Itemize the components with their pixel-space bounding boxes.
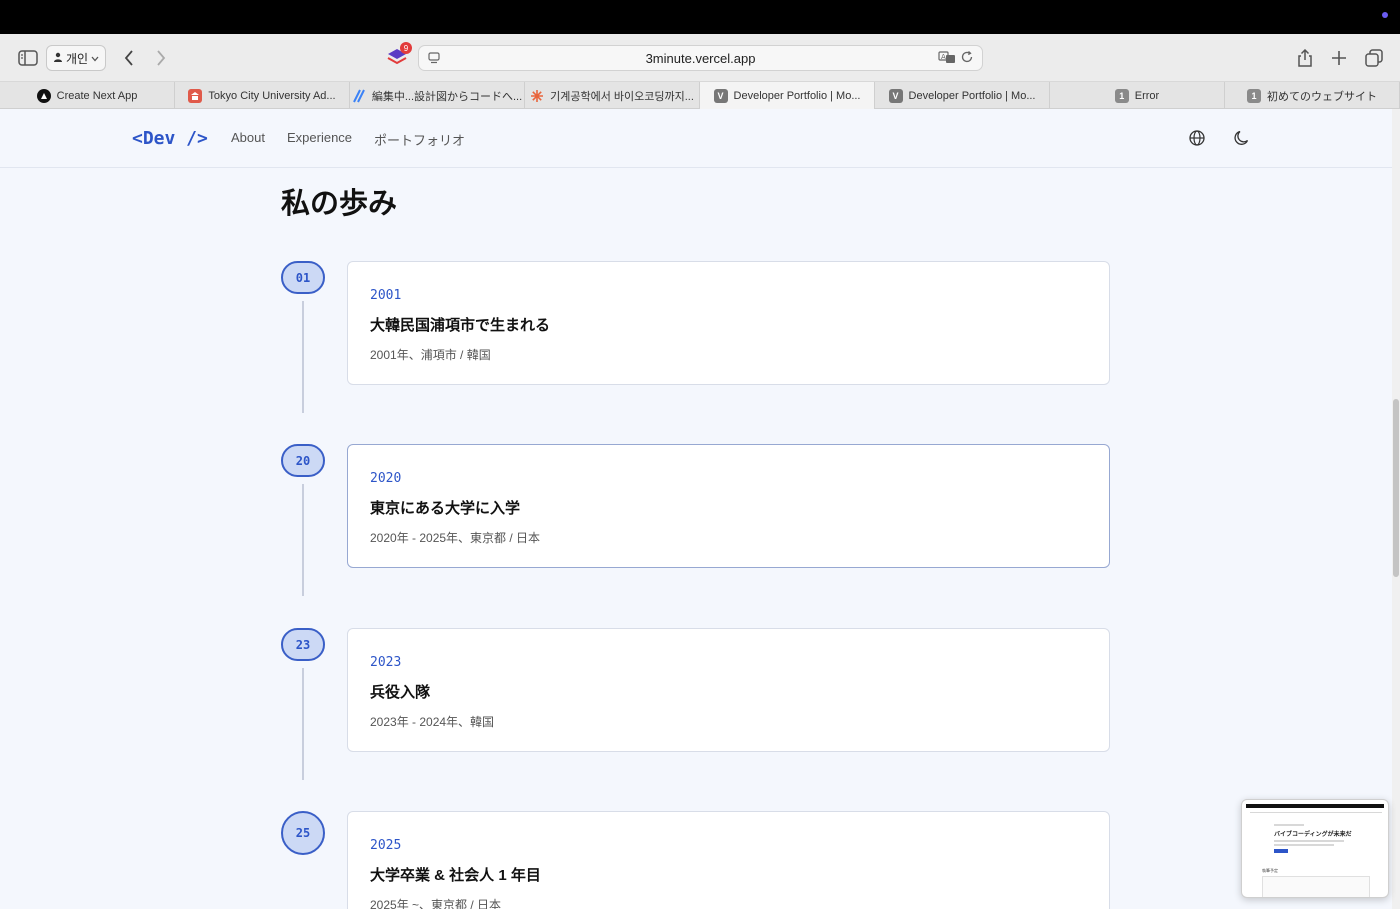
timeline-title: 大韓民国浦項市で生まれる xyxy=(370,317,551,334)
preview-title: バイブコーディングが未来だ xyxy=(1274,832,1352,838)
site-navbar: <Dev /> About Experience ポートフォリオ xyxy=(0,109,1392,168)
tab-label: Tokyo City University Ad... xyxy=(208,89,336,102)
profile-label: 개인 xyxy=(65,51,89,66)
window-preview-thumbnail[interactable]: バイブコーディングが未来だ 執筆予定 xyxy=(1241,799,1389,898)
timeline-title: 大学卒業 & 社会人 1 年目 xyxy=(370,867,541,884)
browser-tab[interactable]: 기계공학에서 바이오코딩까지... xyxy=(525,82,700,109)
timeline-line xyxy=(302,484,304,596)
page-scrollbar[interactable] xyxy=(1392,109,1400,909)
tab-label: 編集中...設計図からコードへ... xyxy=(371,90,523,103)
v-favicon-icon: V xyxy=(713,88,728,103)
tab-label: 初めてのウェブサイト xyxy=(1267,90,1377,103)
timeline-year: 2023 xyxy=(370,655,402,670)
system-top-bar xyxy=(0,0,1400,34)
timeline-line xyxy=(302,301,304,413)
tab-overview-icon[interactable] xyxy=(1364,48,1384,68)
url-text: 3minute.vercel.app xyxy=(645,51,756,66)
layers-icon xyxy=(386,49,408,72)
svg-text:A: A xyxy=(941,53,946,61)
new-tab-icon[interactable] xyxy=(1329,48,1349,68)
timeline-year: 2001 xyxy=(370,288,402,303)
sidebar-toggle-icon[interactable] xyxy=(18,48,38,68)
nextjs-favicon-icon xyxy=(36,88,51,103)
tab-label: Error xyxy=(1134,89,1160,102)
tab-label: 기계공학에서 바이오코딩까지... xyxy=(550,90,694,103)
nav-link-about[interactable]: About xyxy=(231,130,265,149)
translate-icon[interactable]: A xyxy=(938,50,956,69)
browser-tab-active[interactable]: V Developer Portfolio | Mo... xyxy=(700,82,875,109)
spark-favicon-icon xyxy=(530,89,544,103)
timeline-marker: 23 xyxy=(281,628,325,661)
reload-icon[interactable] xyxy=(960,50,974,69)
timeline-line xyxy=(302,668,304,780)
site-logo[interactable]: <Dev /> xyxy=(132,128,208,149)
timeline-desc: 2020年 - 2025年、東京都 / 日本 xyxy=(370,531,541,545)
number-favicon-icon: 1 xyxy=(1247,88,1261,103)
tab-label: Developer Portfolio | Mo... xyxy=(733,89,861,102)
timeline-year: 2020 xyxy=(370,471,402,486)
timeline-card[interactable]: 2025 大学卒業 & 社会人 1 年目 2025年 ~、東京都 / 日本 xyxy=(347,811,1110,909)
slash-favicon-icon xyxy=(352,89,366,103)
number-favicon-icon: 1 xyxy=(1114,88,1129,103)
extension-button[interactable]: 9 xyxy=(386,42,412,68)
timeline-desc: 2001年、浦項市 / 韓国 xyxy=(370,348,491,362)
page-title: 私の歩み xyxy=(281,188,398,220)
university-favicon-icon xyxy=(188,88,203,103)
nav-links: About Experience ポートフォリオ xyxy=(231,130,465,149)
forward-icon[interactable] xyxy=(151,48,171,68)
extension-badge: 9 xyxy=(400,42,412,54)
browser-tab[interactable]: 1 初めてのウェブサイト xyxy=(1225,82,1400,109)
nav-link-experience[interactable]: Experience xyxy=(287,130,352,149)
preview-section-label: 執筆予定 xyxy=(1262,868,1278,873)
timeline-title: 兵役入隊 xyxy=(370,684,431,701)
timeline-desc: 2023年 - 2024年、韓国 xyxy=(370,715,495,729)
browser-tab[interactable]: 1 Error xyxy=(1050,82,1225,109)
browser-tab[interactable]: Create Next App xyxy=(0,82,175,109)
page-content: 私の歩み 01 2001 大韓民国浦項市で生まれる 2001年、浦項市 / 韓国… xyxy=(0,168,1392,909)
timeline-card[interactable]: 2023 兵役入隊 2023年 - 2024年、韓国 xyxy=(347,628,1110,752)
tab-label: Create Next App xyxy=(56,89,138,102)
moon-icon[interactable] xyxy=(1233,129,1251,147)
timeline-card[interactable]: 2020 東京にある大学に入学 2020年 - 2025年、東京都 / 日本 xyxy=(347,444,1110,568)
preview-text-line xyxy=(1274,840,1344,842)
timeline-marker: 20 xyxy=(281,444,325,477)
scrollbar-thumb[interactable] xyxy=(1393,399,1399,577)
browser-tab[interactable]: 編集中...設計図からコードへ... xyxy=(350,82,525,109)
status-dot-icon xyxy=(1382,12,1388,18)
timeline-marker: 25 xyxy=(281,811,325,855)
preview-divider xyxy=(1250,812,1382,813)
chevron-down-icon xyxy=(91,51,99,65)
preview-text-line xyxy=(1274,844,1334,846)
timeline-card[interactable]: 2001 大韓民国浦項市で生まれる 2001年、浦項市 / 韓国 xyxy=(347,261,1110,385)
profile-button[interactable]: 개인 xyxy=(46,45,106,71)
person-icon xyxy=(53,51,63,65)
browser-toolbar: 개인 9 3minute.vercel.app A xyxy=(0,34,1400,82)
timeline-title: 東京にある大学に入学 xyxy=(370,500,521,517)
preview-toolbar xyxy=(1246,804,1384,808)
v-favicon-icon: V xyxy=(888,88,903,103)
nav-link-portfolio[interactable]: ポートフォリオ xyxy=(374,130,465,149)
tab-bar: Create Next App Tokyo City University Ad… xyxy=(0,82,1400,109)
preview-button xyxy=(1274,849,1288,853)
tab-label: Developer Portfolio | Mo... xyxy=(908,89,1036,102)
timeline-year: 2025 xyxy=(370,838,402,853)
timeline-marker: 01 xyxy=(281,261,325,294)
preview-card xyxy=(1262,876,1370,897)
timeline-desc: 2025年 ~、東京都 / 日本 xyxy=(370,898,502,909)
back-icon[interactable] xyxy=(119,48,139,68)
preview-text-line xyxy=(1274,824,1304,826)
browser-tab[interactable]: Tokyo City University Ad... xyxy=(175,82,350,109)
browser-tab[interactable]: V Developer Portfolio | Mo... xyxy=(875,82,1050,109)
address-bar[interactable]: 3minute.vercel.app A xyxy=(418,45,983,71)
share-icon[interactable] xyxy=(1295,48,1315,68)
globe-icon[interactable] xyxy=(1188,129,1206,147)
